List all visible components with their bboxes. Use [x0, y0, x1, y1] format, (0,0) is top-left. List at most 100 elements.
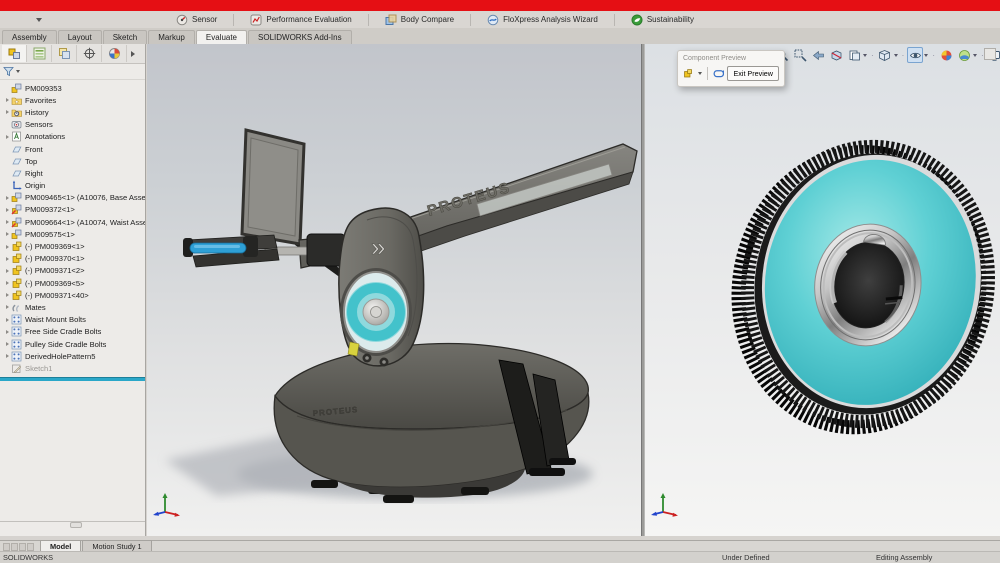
status-define-state: Under Defined — [722, 553, 770, 562]
preview-part-icon[interactable] — [683, 67, 693, 80]
tab-sketch[interactable]: Sketch — [103, 30, 147, 44]
hud-caret-icon[interactable] — [863, 54, 867, 57]
propertymanager-tab[interactable] — [27, 45, 52, 62]
tree-item[interactable]: Waist Mount Bolts — [0, 314, 145, 326]
dimxpert-tab[interactable] — [77, 45, 102, 62]
tab-markup[interactable]: Markup — [148, 30, 195, 44]
tree-item[interactable]: DerivedHolePattern5 — [0, 350, 145, 362]
toolbar-separator — [233, 14, 234, 26]
tree-item[interactable]: Top — [0, 155, 145, 167]
view-orientation-icon — [878, 49, 891, 62]
part-icon — [11, 241, 22, 252]
filter-caret-icon[interactable] — [16, 70, 20, 73]
pattern-icon — [11, 351, 22, 362]
panel-resize-grip[interactable] — [70, 522, 82, 528]
edit-appearance-icon[interactable] — [938, 47, 954, 63]
tree-item[interactable]: History — [0, 106, 145, 118]
tool-performance-evaluation[interactable]: Performance Evaluation — [244, 14, 357, 26]
gear-preview-model[interactable] — [645, 44, 1000, 536]
tree-item[interactable]: Pulley Side Cradle Bolts — [0, 338, 145, 350]
quick-access-caret-icon[interactable] — [36, 18, 42, 22]
pattern-icon — [11, 314, 22, 325]
expand-arrow-icon — [6, 196, 9, 200]
expand-arrow-icon — [6, 232, 9, 236]
tab-scroll-first-icon[interactable] — [3, 543, 10, 551]
zoom-to-area-icon[interactable] — [792, 47, 808, 63]
tab-scroll-buttons[interactable] — [3, 543, 34, 551]
evaluate-tools: Sensor Performance Evaluation Body Compare… — [170, 14, 700, 26]
tool-body-compare[interactable]: Body Compare — [379, 14, 460, 26]
tab-evaluate[interactable]: Evaluate — [196, 30, 247, 44]
apply-scene-icon[interactable] — [956, 47, 972, 63]
view-orientation-icon[interactable] — [877, 47, 893, 63]
component-preview-panel: Component Preview Exit Preview — [677, 50, 785, 87]
tree-item[interactable]: (-) PM009369<1> — [0, 240, 145, 252]
tree-item-label: PM009664<1> (A10074, Waist Assem — [25, 218, 145, 227]
featuremanager-tab[interactable] — [2, 45, 27, 62]
expand-arrow-icon — [6, 220, 9, 224]
tree-item[interactable]: Mates — [0, 301, 145, 313]
tree-item[interactable]: Favorites — [0, 94, 145, 106]
tree-item-label: Mates — [25, 303, 46, 312]
viewport-left[interactable]: PROTEUS — [147, 44, 641, 536]
tool-sustainability[interactable]: Sustainability — [625, 14, 700, 26]
viewport-right[interactable]: ···· Component Preview Exit Preview — [645, 44, 1000, 536]
tree-item[interactable]: PM009465<1> (A10076, Base Assem — [0, 192, 145, 204]
filter-funnel-icon[interactable] — [3, 66, 14, 77]
tree-item[interactable]: PM009372<1> — [0, 204, 145, 216]
preview-window-icon[interactable] — [713, 67, 725, 80]
section-view-icon[interactable] — [828, 47, 844, 63]
tree-item-label: Right — [25, 169, 43, 178]
expand-arrow-icon — [6, 342, 9, 346]
expand-arrow-icon — [6, 208, 9, 212]
expand-arrow-icon — [6, 318, 9, 322]
assembly-icon — [11, 83, 22, 94]
tab-scroll-next-icon[interactable] — [19, 543, 26, 551]
preview-part-caret-icon[interactable] — [698, 72, 702, 75]
tree-item[interactable]: (-) PM009371<40> — [0, 289, 145, 301]
tree-item[interactable]: Front — [0, 143, 145, 155]
tab-scroll-prev-icon[interactable] — [11, 543, 18, 551]
part-icon — [11, 265, 22, 276]
tree-item[interactable]: Free Side Cradle Bolts — [0, 326, 145, 338]
toolbar-separator — [368, 14, 369, 26]
tree-item[interactable]: (-) PM009369<5> — [0, 277, 145, 289]
tree-item[interactable]: PM009575<1> — [0, 228, 145, 240]
pattern-icon — [11, 339, 22, 350]
tree-item[interactable]: Sketch1 — [0, 362, 145, 374]
tree-item[interactable]: PM009664<1> (A10074, Waist Assem — [0, 216, 145, 228]
hud-caret-icon[interactable] — [924, 54, 928, 57]
displaymanager-tab[interactable] — [102, 45, 127, 62]
tool-sensor[interactable]: Sensor — [170, 14, 223, 26]
hud-caret-icon[interactable] — [973, 54, 977, 57]
expand-arrow-icon — [6, 110, 9, 114]
previous-view-icon[interactable] — [810, 47, 826, 63]
hide-show-items-icon[interactable] — [907, 47, 923, 63]
tab-layout[interactable]: Layout — [58, 30, 102, 44]
panel-tabs-overflow-icon[interactable] — [131, 51, 135, 57]
tab-scroll-last-icon[interactable] — [27, 543, 34, 551]
pane-toggle-icon[interactable] — [984, 48, 996, 60]
tree-item-label: Free Side Cradle Bolts — [25, 327, 101, 336]
configurationmanager-tab[interactable] — [52, 45, 77, 62]
tool-floxpress-analysis-wizard[interactable]: FloXpress Analysis Wizard — [481, 14, 604, 26]
hud-caret-icon[interactable] — [894, 54, 898, 57]
tree-item[interactable]: Sensors — [0, 119, 145, 131]
machine-model[interactable]: PROTEUS — [147, 44, 641, 536]
tree-item[interactable]: (-) PM009370<1> — [0, 253, 145, 265]
tab-assembly[interactable]: Assembly — [2, 30, 57, 44]
tree-item[interactable]: Right — [0, 167, 145, 179]
tree-item-root[interactable]: PM009353 — [0, 82, 145, 94]
tree-item-label: Favorites — [25, 96, 56, 105]
rollback-bar[interactable] — [0, 377, 145, 381]
dynamic-annotation-icon[interactable] — [846, 47, 862, 63]
tree-item[interactable]: Origin — [0, 180, 145, 192]
tree-item[interactable]: Annotations — [0, 131, 145, 143]
tree-item-label: PM009372<1> — [25, 205, 75, 214]
exit-preview-button[interactable]: Exit Preview — [727, 66, 779, 81]
tree-item-label: (-) PM009370<1> — [25, 254, 85, 263]
tree-item-label: Annotations — [25, 132, 65, 141]
mates-icon — [11, 302, 22, 313]
tab-solidworks-add-ins[interactable]: SOLIDWORKS Add-Ins — [248, 30, 352, 44]
tree-item[interactable]: (-) PM009371<2> — [0, 265, 145, 277]
